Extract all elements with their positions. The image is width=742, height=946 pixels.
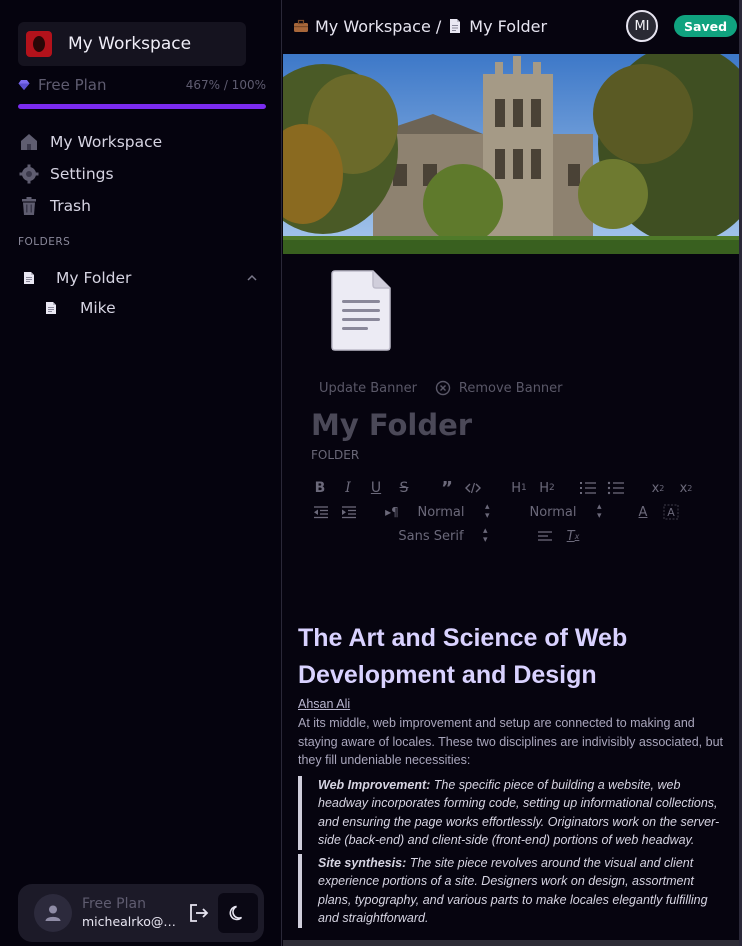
italic-button[interactable]: I [341,479,355,497]
sidebar-item-trash[interactable]: Trash [18,190,266,222]
moon-icon [229,905,243,921]
article-title: The Art and Science of Web Development a… [298,624,628,689]
top-bar: My Workspace / My Folder MI Saved [283,0,742,52]
sidebar-item-label: My Workspace [50,133,163,151]
select-arrows-icon: ▴ ▾ [485,502,490,521]
trash-icon [22,197,36,215]
ordered-list-icon[interactable] [579,479,597,497]
align-icon[interactable] [537,527,553,545]
background-color-icon[interactable]: A [663,503,679,521]
briefcase-icon [294,19,308,32]
text-direction-button[interactable]: ▸¶ [383,503,401,521]
breadcrumb: My Workspace / My Folder [293,17,547,36]
size-select-value: Normal [417,504,465,520]
blockquote: Site synthesis: The site piece revolves … [298,853,728,928]
close-circle-icon [435,380,451,396]
horizontal-scrollbar[interactable] [283,940,739,946]
home-icon [21,134,37,150]
header-2-button[interactable]: H2 [537,479,557,497]
folder-item-my-folder[interactable]: My Folder [18,264,266,292]
strikethrough-button[interactable]: S [397,479,411,497]
remove-banner-label: Remove Banner [458,380,563,396]
subscript-button[interactable]: x2 [649,479,667,497]
underline-button[interactable]: U [369,479,383,497]
document-icon [24,272,34,284]
sidebar-item-my-workspace[interactable]: My Workspace [18,126,266,158]
gear-icon [19,164,39,184]
quote-lead: Site synthesis: [318,855,407,870]
size-select[interactable]: Normal ▴ ▾ [411,502,490,522]
font-select[interactable]: Sans Serif ▴ ▾ [393,526,488,546]
header-select[interactable]: Normal ▴ ▾ [523,502,602,522]
bullet-list-icon[interactable] [607,479,625,497]
sidebar-item-label: Settings [50,165,114,183]
editor-body[interactable]: The Art and Science of Web Development a… [298,620,728,928]
clear-format-button[interactable]: Tx [565,527,581,545]
chevron-up-icon[interactable] [246,272,258,284]
user-email: michealrko@g... [82,914,180,929]
plan-usage-text: 467% / 100% [185,78,266,92]
header-select-value: Normal [529,504,577,520]
campus-banner-image [283,54,739,254]
update-banner-button[interactable]: Update Banner [319,381,417,396]
user-card: Free Plan michealrko@g... [18,884,264,942]
workspace-logo [26,31,52,57]
status-badge: Saved [674,15,738,37]
collaborator-avatar[interactable]: MI [626,10,658,42]
plan-progress-fill [18,104,266,109]
select-arrows-icon: ▴ ▾ [597,502,602,521]
banner-actions: Update Banner Remove Banner [319,380,563,396]
outdent-icon[interactable] [313,503,329,521]
article-author-link[interactable]: Ahsan Ali [298,696,728,712]
bold-button[interactable]: B [313,479,327,497]
quote-lead: Web Improvement: [318,777,431,792]
header-1-button[interactable]: H1 [509,479,529,497]
workspace-switcher[interactable]: My Workspace [18,22,246,66]
file-label: Mike [80,299,116,317]
page-document-icon[interactable] [329,270,393,352]
remove-banner-button[interactable]: Remove Banner [435,380,563,396]
logout-icon[interactable] [188,902,210,924]
plan-usage-row: Free Plan 467% / 100% [18,76,266,94]
article-intro: At its middle, web improvement and setup… [298,716,723,767]
user-avatar[interactable] [34,894,72,932]
document-icon [46,302,56,314]
folders-section-title: FOLDERS [18,236,71,248]
sidebar-item-label: Trash [50,197,91,215]
file-item-mike[interactable]: Mike [44,294,116,322]
main-content: My Workspace / My Folder MI Saved Update… [283,0,742,946]
blockquote-button[interactable]: ” [439,478,455,499]
page-subtitle: FOLDER [311,448,360,462]
text-color-button[interactable]: A [635,503,651,521]
blockquote: Web Improvement: The specific piece of b… [298,775,728,850]
sidebar: My Workspace Free Plan 467% / 100% My Wo… [0,0,282,946]
workspace-name: My Workspace [68,34,192,54]
code-icon[interactable] [465,479,481,497]
editor-toolbar: B I U S ” H1 H2 x2 x2 ▸¶ Normal ▴ ▾ Norm… [313,476,713,548]
plan-label: Free Plan [38,76,107,94]
user-icon [45,905,61,921]
breadcrumb-workspace[interactable]: My Workspace / [315,17,441,36]
user-plan-label: Free Plan [82,896,146,912]
breadcrumb-folder[interactable]: My Folder [469,17,547,36]
page-title[interactable]: My Folder [311,408,472,442]
indent-icon[interactable] [341,503,357,521]
folder-label: My Folder [56,269,132,287]
select-arrows-icon: ▴ ▾ [483,526,488,545]
plan-progress-bar [18,104,266,109]
banner-image [283,54,739,254]
font-select-value: Sans Serif [398,528,464,544]
diamond-icon [18,80,30,90]
document-icon [450,19,461,33]
theme-toggle-button[interactable] [218,893,258,933]
svg-text:A: A [667,506,675,519]
sidebar-item-settings[interactable]: Settings [18,158,266,190]
sidebar-nav: My Workspace Settings Trash [18,126,266,222]
superscript-button[interactable]: x2 [677,479,695,497]
